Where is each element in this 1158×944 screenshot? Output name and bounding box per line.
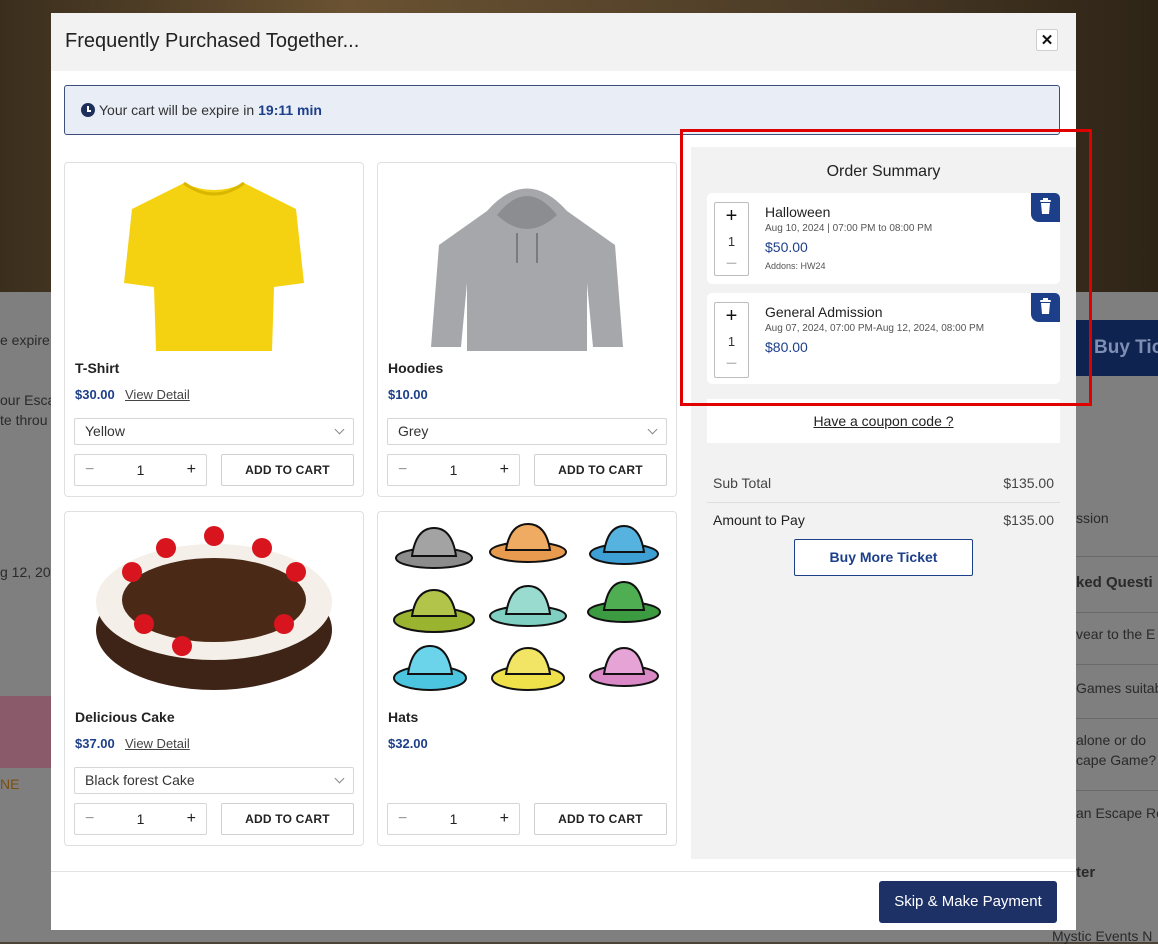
close-icon: ✕ [1040, 32, 1054, 49]
variant-select[interactable]: Grey [387, 418, 667, 445]
chevron-down-icon [647, 424, 658, 435]
quantity-value: 1 [449, 811, 458, 827]
increment-button[interactable]: + [187, 810, 196, 828]
background-text: ter [1076, 864, 1096, 881]
close-button[interactable]: ✕ [1036, 29, 1058, 51]
add-to-cart-button[interactable]: ADD TO CART [534, 803, 667, 835]
background-text: g 12, 20 [0, 564, 51, 580]
background-text: e expire [0, 332, 50, 348]
background-divider [1076, 612, 1158, 613]
background-text: our Esca [0, 392, 56, 408]
product-name: T-Shirt [75, 360, 120, 376]
background-text: te throu [0, 412, 48, 428]
product-price: $37.00 [75, 736, 115, 751]
add-to-cart-button[interactable]: ADD TO CART [534, 454, 667, 486]
quantity-stepper: − 1 + [387, 803, 520, 835]
product-card-cake: Delicious Cake $37.00 View Detail Black … [64, 511, 364, 846]
skip-and-pay-button[interactable]: Skip & Make Payment [879, 881, 1057, 923]
amount-to-pay-label: Amount to Pay [713, 512, 805, 528]
cake-image [75, 520, 353, 700]
increment-button[interactable]: + [187, 461, 196, 479]
background-divider [1076, 664, 1158, 665]
view-detail-link[interactable]: View Detail [125, 387, 190, 402]
increment-button[interactable]: + [500, 461, 509, 479]
amount-to-pay-value: $135.00 [1003, 512, 1054, 528]
background-divider [1076, 790, 1158, 791]
cart-expiry-text: Your cart will be expire in [99, 102, 255, 118]
summary-divider [707, 502, 1060, 503]
product-price: $30.00 [75, 387, 115, 402]
decrement-button[interactable]: − [398, 461, 407, 479]
view-detail-link[interactable]: View Detail [125, 736, 190, 751]
variant-select[interactable]: Yellow [74, 418, 354, 445]
amount-to-pay-row: Amount to Pay $135.00 [713, 512, 1054, 528]
hats-image [388, 520, 666, 700]
product-price: $10.00 [388, 387, 428, 402]
variant-select[interactable]: Black forest Cake [74, 767, 354, 794]
background-text: ked Questi [1076, 574, 1153, 591]
annotation-highlight-box [680, 129, 1092, 406]
tshirt-image [75, 171, 353, 351]
background-text: Games suitab [1076, 680, 1158, 696]
hoodie-image [388, 171, 666, 351]
background-text: cape Game? [1076, 752, 1157, 768]
sub-total-row: Sub Total $135.00 [713, 475, 1054, 491]
modal-title: Frequently Purchased Together... [65, 30, 360, 52]
decrement-button[interactable]: − [85, 461, 94, 479]
buy-more-ticket-button[interactable]: Buy More Ticket [794, 539, 973, 576]
quantity-stepper: − 1 + [74, 454, 207, 486]
variant-value: Yellow [85, 423, 125, 439]
sub-total-label: Sub Total [713, 475, 772, 491]
background-text: vear to the E [1076, 626, 1156, 642]
product-card-hoodies: Hoodies $10.00 Grey − 1 + ADD TO CART [377, 162, 677, 497]
background-image [0, 696, 51, 768]
quantity-stepper: − 1 + [387, 454, 520, 486]
decrement-button[interactable]: − [398, 810, 407, 828]
modal-header: Frequently Purchased Together... ✕ [51, 13, 1076, 71]
variant-value: Grey [398, 423, 429, 439]
product-card-hats: Hats $32.00 − 1 + ADD TO CART [377, 511, 677, 846]
cart-expiry-time: 19:11 min [258, 102, 322, 118]
background-text: alone or do [1076, 732, 1147, 748]
background-text: an Escape Ro [1076, 805, 1158, 821]
footer-divider [51, 871, 1076, 872]
background-text: NE [0, 776, 20, 792]
background-text: ssion [1076, 510, 1109, 526]
clock-icon [81, 103, 95, 117]
chevron-down-icon [334, 773, 345, 784]
product-name: Hoodies [388, 360, 444, 376]
add-to-cart-button[interactable]: ADD TO CART [221, 803, 354, 835]
quantity-stepper: − 1 + [74, 803, 207, 835]
sub-total-value: $135.00 [1003, 475, 1054, 491]
product-name: Delicious Cake [75, 709, 175, 725]
chevron-down-icon [334, 424, 345, 435]
increment-button[interactable]: + [500, 810, 509, 828]
variant-value: Black forest Cake [85, 772, 195, 788]
product-card-tshirt: T-Shirt $30.00 View Detail Yellow − 1 + … [64, 162, 364, 497]
background-divider [1076, 718, 1158, 719]
quantity-value: 1 [449, 462, 458, 478]
cart-expiry-banner: Your cart will be expire in 19:11 min [64, 85, 1060, 135]
add-to-cart-button[interactable]: ADD TO CART [221, 454, 354, 486]
quantity-value: 1 [136, 811, 145, 827]
decrement-button[interactable]: − [85, 810, 94, 828]
background-divider [1076, 556, 1158, 557]
quantity-value: 1 [136, 462, 145, 478]
product-price: $32.00 [388, 736, 428, 751]
product-name: Hats [388, 709, 419, 725]
